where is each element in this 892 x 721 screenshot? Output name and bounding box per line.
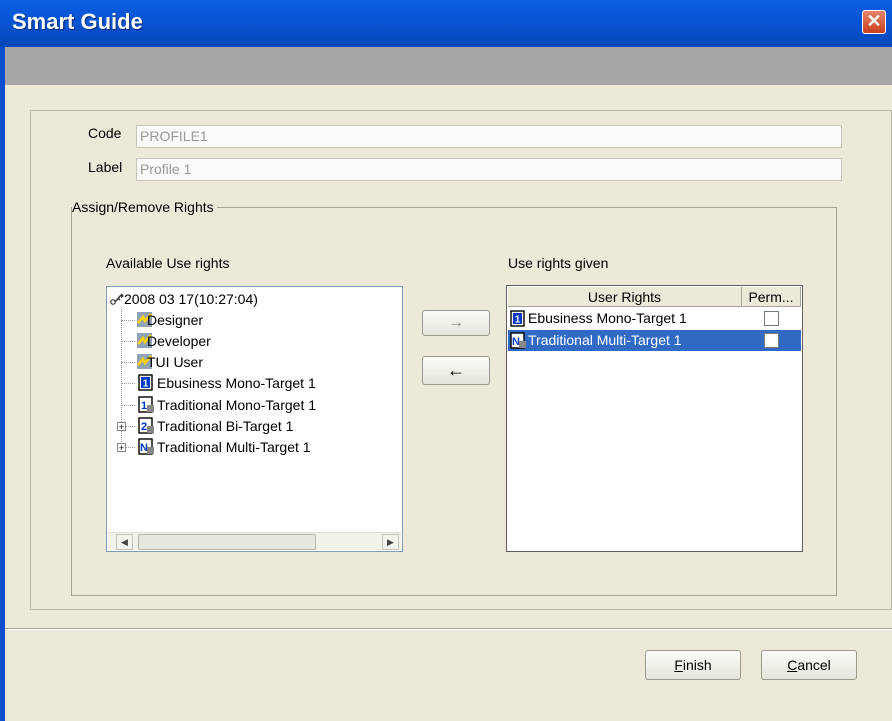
svg-text:1: 1 [143, 379, 149, 390]
bi-target-2-icon: 2 [138, 417, 154, 434]
window-title: Smart Guide [12, 9, 143, 34]
window-left-border [0, 47, 5, 721]
available-rights-tree[interactable]: 2008 03 17(10:27:04) Designer Developer … [106, 286, 403, 552]
given-rights-table[interactable]: User Rights Perm... 1 Ebusiness Mono-Tar… [506, 285, 803, 552]
header-band [5, 47, 892, 85]
table-row-selected[interactable]: N Traditional Multi-Target 1 [508, 330, 801, 351]
multi-target-n-icon: N [138, 438, 154, 455]
label-label: Label [88, 159, 123, 175]
finish-button[interactable]: Finish [645, 650, 741, 680]
cancel-button[interactable]: Cancel [761, 650, 857, 680]
scrollbar-thumb[interactable] [138, 534, 316, 550]
svg-text:N: N [140, 442, 148, 454]
tree-node-label: 2008 03 17(10:27:04) [124, 291, 258, 307]
remove-right-button[interactable]: ← [422, 356, 490, 385]
svg-text:1: 1 [141, 400, 147, 412]
tree-node-label: Traditional Multi-Target 1 [157, 439, 311, 455]
arrow-left-icon: ← [447, 360, 465, 380]
mono-target-1-icon: 1 [138, 374, 153, 391]
svg-text:1: 1 [515, 315, 521, 326]
scroll-right-button[interactable]: ▶ [382, 534, 399, 550]
tree-guide-line [121, 383, 135, 384]
column-header-user-rights[interactable]: User Rights [508, 287, 742, 307]
table-row[interactable]: 1 Ebusiness Mono-Target 1 [508, 308, 801, 329]
perm-checkbox[interactable] [764, 311, 779, 326]
tree-node-label: Developer [147, 333, 211, 349]
label-field[interactable]: Profile 1 [136, 158, 842, 181]
close-button[interactable]: ✕ [862, 10, 886, 34]
user-right-cell: Ebusiness Mono-Target 1 [528, 310, 687, 326]
tree-node-label: TUI User [147, 354, 203, 370]
scroll-left-button[interactable]: ◀ [116, 534, 133, 550]
expand-toggle[interactable]: + [117, 422, 126, 432]
tree-node-label: Traditional Bi-Target 1 [157, 418, 294, 434]
svg-text:N: N [512, 336, 520, 348]
tree-node-label: Ebusiness Mono-Target 1 [157, 375, 316, 391]
given-rights-title: Use rights given [508, 255, 609, 271]
expand-toggle[interactable]: + [117, 443, 126, 453]
tree-node-label: Designer [147, 312, 204, 328]
tree-guide-line [121, 405, 135, 406]
user-right-cell: Traditional Multi-Target 1 [528, 332, 682, 348]
close-icon: ✕ [866, 11, 882, 31]
mono-target-1-icon: 1 [510, 310, 525, 327]
column-header-perm[interactable]: Perm... [742, 287, 801, 307]
rights-group-title: Assign/Remove Rights [72, 199, 217, 215]
code-label: Code [88, 125, 122, 141]
tree-node-label: Traditional Mono-Target 1 [157, 397, 317, 413]
mono-target-1-icon: 1 [138, 396, 154, 413]
arrow-right-icon: → [448, 314, 464, 331]
available-rights-title: Available Use rights [106, 255, 230, 271]
multi-target-n-icon: N [510, 332, 526, 349]
tree-horizontal-scrollbar[interactable]: ◀ ▶ [108, 532, 401, 550]
svg-text:2: 2 [141, 421, 147, 433]
add-right-button[interactable]: → [422, 310, 490, 336]
tree-guide-line [121, 341, 135, 342]
footer-separator [5, 628, 892, 630]
tree-guide-line [121, 320, 135, 321]
tree-guide-line [121, 362, 135, 363]
perm-checkbox[interactable] [764, 333, 779, 348]
code-field[interactable]: PROFILE1 [136, 125, 842, 148]
